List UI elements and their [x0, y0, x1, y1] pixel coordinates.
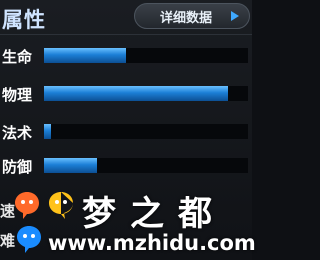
stat-row-physical: 物理: [0, 80, 252, 110]
stat-label: 生命: [2, 48, 33, 66]
divider: [0, 34, 252, 35]
stat-label: 法术: [2, 124, 33, 142]
stat-label: 物理: [2, 86, 33, 104]
details-button-label: 详细数据: [159, 10, 212, 26]
stat-bar-track: [44, 86, 248, 101]
chat-bubble-blue-icon: [17, 226, 41, 253]
arrow-right-icon: [231, 11, 239, 21]
stat-bar-fill: [44, 124, 52, 139]
stat-row-defense: 防御: [0, 152, 252, 182]
stat-bar-track: [44, 158, 248, 173]
stat-label: 防御: [2, 158, 33, 176]
stat-bar-fill: [44, 48, 126, 63]
stat-bar-track: [44, 48, 248, 63]
chat-bubble-yellow-icon: [49, 192, 73, 219]
details-button[interactable]: 详细数据: [134, 3, 250, 29]
stat-label-partial: 难: [0, 232, 16, 250]
panel-title: 属性: [2, 8, 46, 32]
watermark-url: www.mzhidu.com: [48, 231, 256, 255]
stat-bar-fill: [44, 158, 98, 173]
chat-bubble-orange-icon: [15, 192, 39, 219]
stat-bar-track: [44, 124, 248, 139]
watermark-brand: 梦之都: [82, 194, 226, 234]
stat-row-magic: 法术: [0, 118, 252, 148]
stat-row-life: 生命: [0, 42, 252, 72]
stat-label-partial: 速: [0, 202, 16, 220]
stat-bar-fill: [44, 86, 228, 101]
